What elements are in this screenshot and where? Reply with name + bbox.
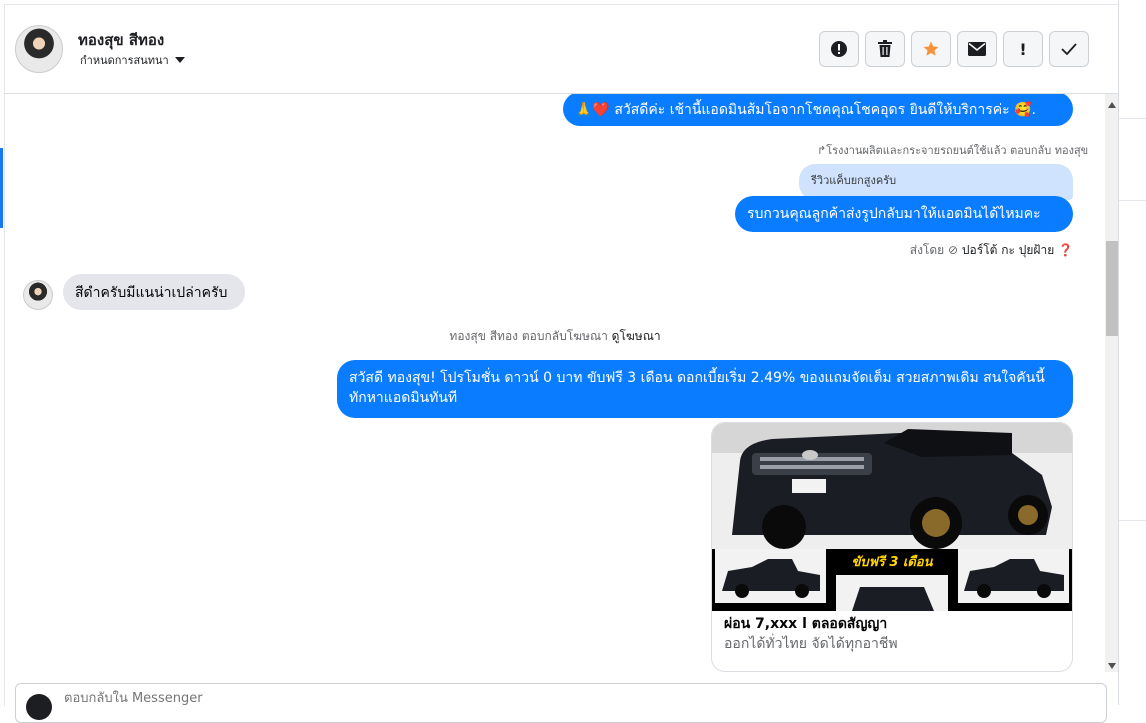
page-avatar (26, 694, 52, 720)
ad-car-image: ขับฟรี 3 เดือน (712, 423, 1072, 611)
alert-button[interactable] (819, 31, 859, 67)
outgoing-photo-request-message: รบกวนคุณลูกค้าส่งรูปกลับมาให้แอดมินได้ไห… (735, 196, 1073, 232)
conversation-panel: ทองสุข สีทอง กำหนดการสนทนา ! 🙏❤️ สวัสดีค… (4, 4, 1119, 723)
contact-avatar[interactable] (15, 25, 63, 73)
star-button[interactable] (911, 31, 951, 67)
done-button[interactable] (1049, 31, 1089, 67)
selected-conversation-indicator (0, 148, 3, 228)
assign-label: กำหนดการสนทนา (80, 54, 169, 67)
ad-card-subtitle: ออกได้ทั่วไทย จัดได้ทุกอาชีพ (724, 636, 898, 652)
trash-icon (878, 40, 892, 57)
divider (1119, 118, 1146, 119)
mail-button[interactable] (957, 31, 997, 67)
sent-by-label: ส่งโดย (909, 243, 945, 257)
ad-banner-text: ขับฟรี 3 เดือน (851, 555, 933, 570)
conversation-header: ทองสุข สีทอง กำหนดการสนทนา ! (5, 5, 1119, 94)
ad-card[interactable]: ขับฟรี 3 เดือน ผ่อน 7,xxx l ตลอดสัญญา ออ… (711, 422, 1073, 672)
reply-arrow-icon: ↱ (817, 144, 827, 157)
contact-name[interactable]: ทองสุข สีทอง (78, 28, 164, 52)
scrollbar-thumb[interactable] (1106, 241, 1118, 336)
message-thread[interactable]: 🙏❤️ สวัสดีค่ะ เช้านี้แอดมินส้มโอจากโชคคุ… (5, 94, 1105, 672)
thread-scrollbar[interactable] (1105, 94, 1119, 672)
sent-by-line: ส่งโดย ⊘ ปอร์โต้ กะ ปุยฝ้าย ❓ (825, 241, 1073, 260)
reply-meta: ↱โรงงานผลิตและกระจายรถยนต์ใช้แล้ว ตอบกลั… (817, 141, 1088, 159)
replied-message-quote[interactable]: รีวิวแค็บยกสูงครับ (799, 164, 1073, 200)
reply-meta-text: โรงงานผลิตและกระจายรถยนต์ใช้แล้ว ตอบกลับ… (826, 144, 1089, 157)
outgoing-promo-message: สวัสดี ทองสุข! โปรโมชั่น ดาวน์ 0 บาท ขับ… (337, 360, 1073, 418)
delete-button[interactable] (865, 31, 905, 67)
view-ad-link[interactable]: ดูโฆษณา (612, 329, 661, 343)
help-icon[interactable]: ❓ (1058, 243, 1073, 257)
user-circle-icon: ⊘ (948, 243, 959, 257)
reply-input[interactable] (62, 690, 666, 707)
sent-by-name: ปอร์โต้ กะ ปุยฝ้าย (961, 243, 1055, 257)
ad-card-title: ผ่อน 7,xxx l ตลอดสัญญา (724, 616, 888, 632)
chevron-down-icon (174, 57, 185, 63)
assign-conversation-dropdown[interactable]: กำหนดการสนทนา (80, 51, 185, 69)
car-photo-collage (712, 423, 1072, 611)
message-composer[interactable] (15, 683, 1107, 723)
divider (1119, 200, 1146, 201)
scroll-up-arrow-icon[interactable] (1108, 102, 1116, 108)
ad-reply-meta: ทองสุข สีทอง ตอบกลับโฆษณา ดูโฆษณา (5, 327, 1105, 346)
contact-small-avatar (23, 280, 53, 310)
spam-button[interactable]: ! (1003, 31, 1043, 67)
scroll-down-arrow-icon[interactable] (1108, 663, 1116, 669)
envelope-icon (968, 42, 986, 56)
divider (1119, 520, 1146, 521)
star-icon (923, 41, 939, 56)
exclamation-icon: ! (1019, 39, 1027, 59)
incoming-message: สีดำครับมีแนน่าเปล่าครับ (63, 274, 245, 310)
ad-reply-meta-text: ทองสุข สีทอง ตอบกลับโฆษณา (449, 329, 608, 343)
outgoing-greeting-message: 🙏❤️ สวัสดีค่ะ เช้านี้แอดมินส้มโอจากโชคคุ… (563, 94, 1073, 126)
right-sidebar-edge (1118, 0, 1146, 705)
check-icon (1061, 43, 1077, 55)
header-actions: ! (819, 31, 1089, 67)
exclamation-circle-icon (831, 41, 847, 57)
